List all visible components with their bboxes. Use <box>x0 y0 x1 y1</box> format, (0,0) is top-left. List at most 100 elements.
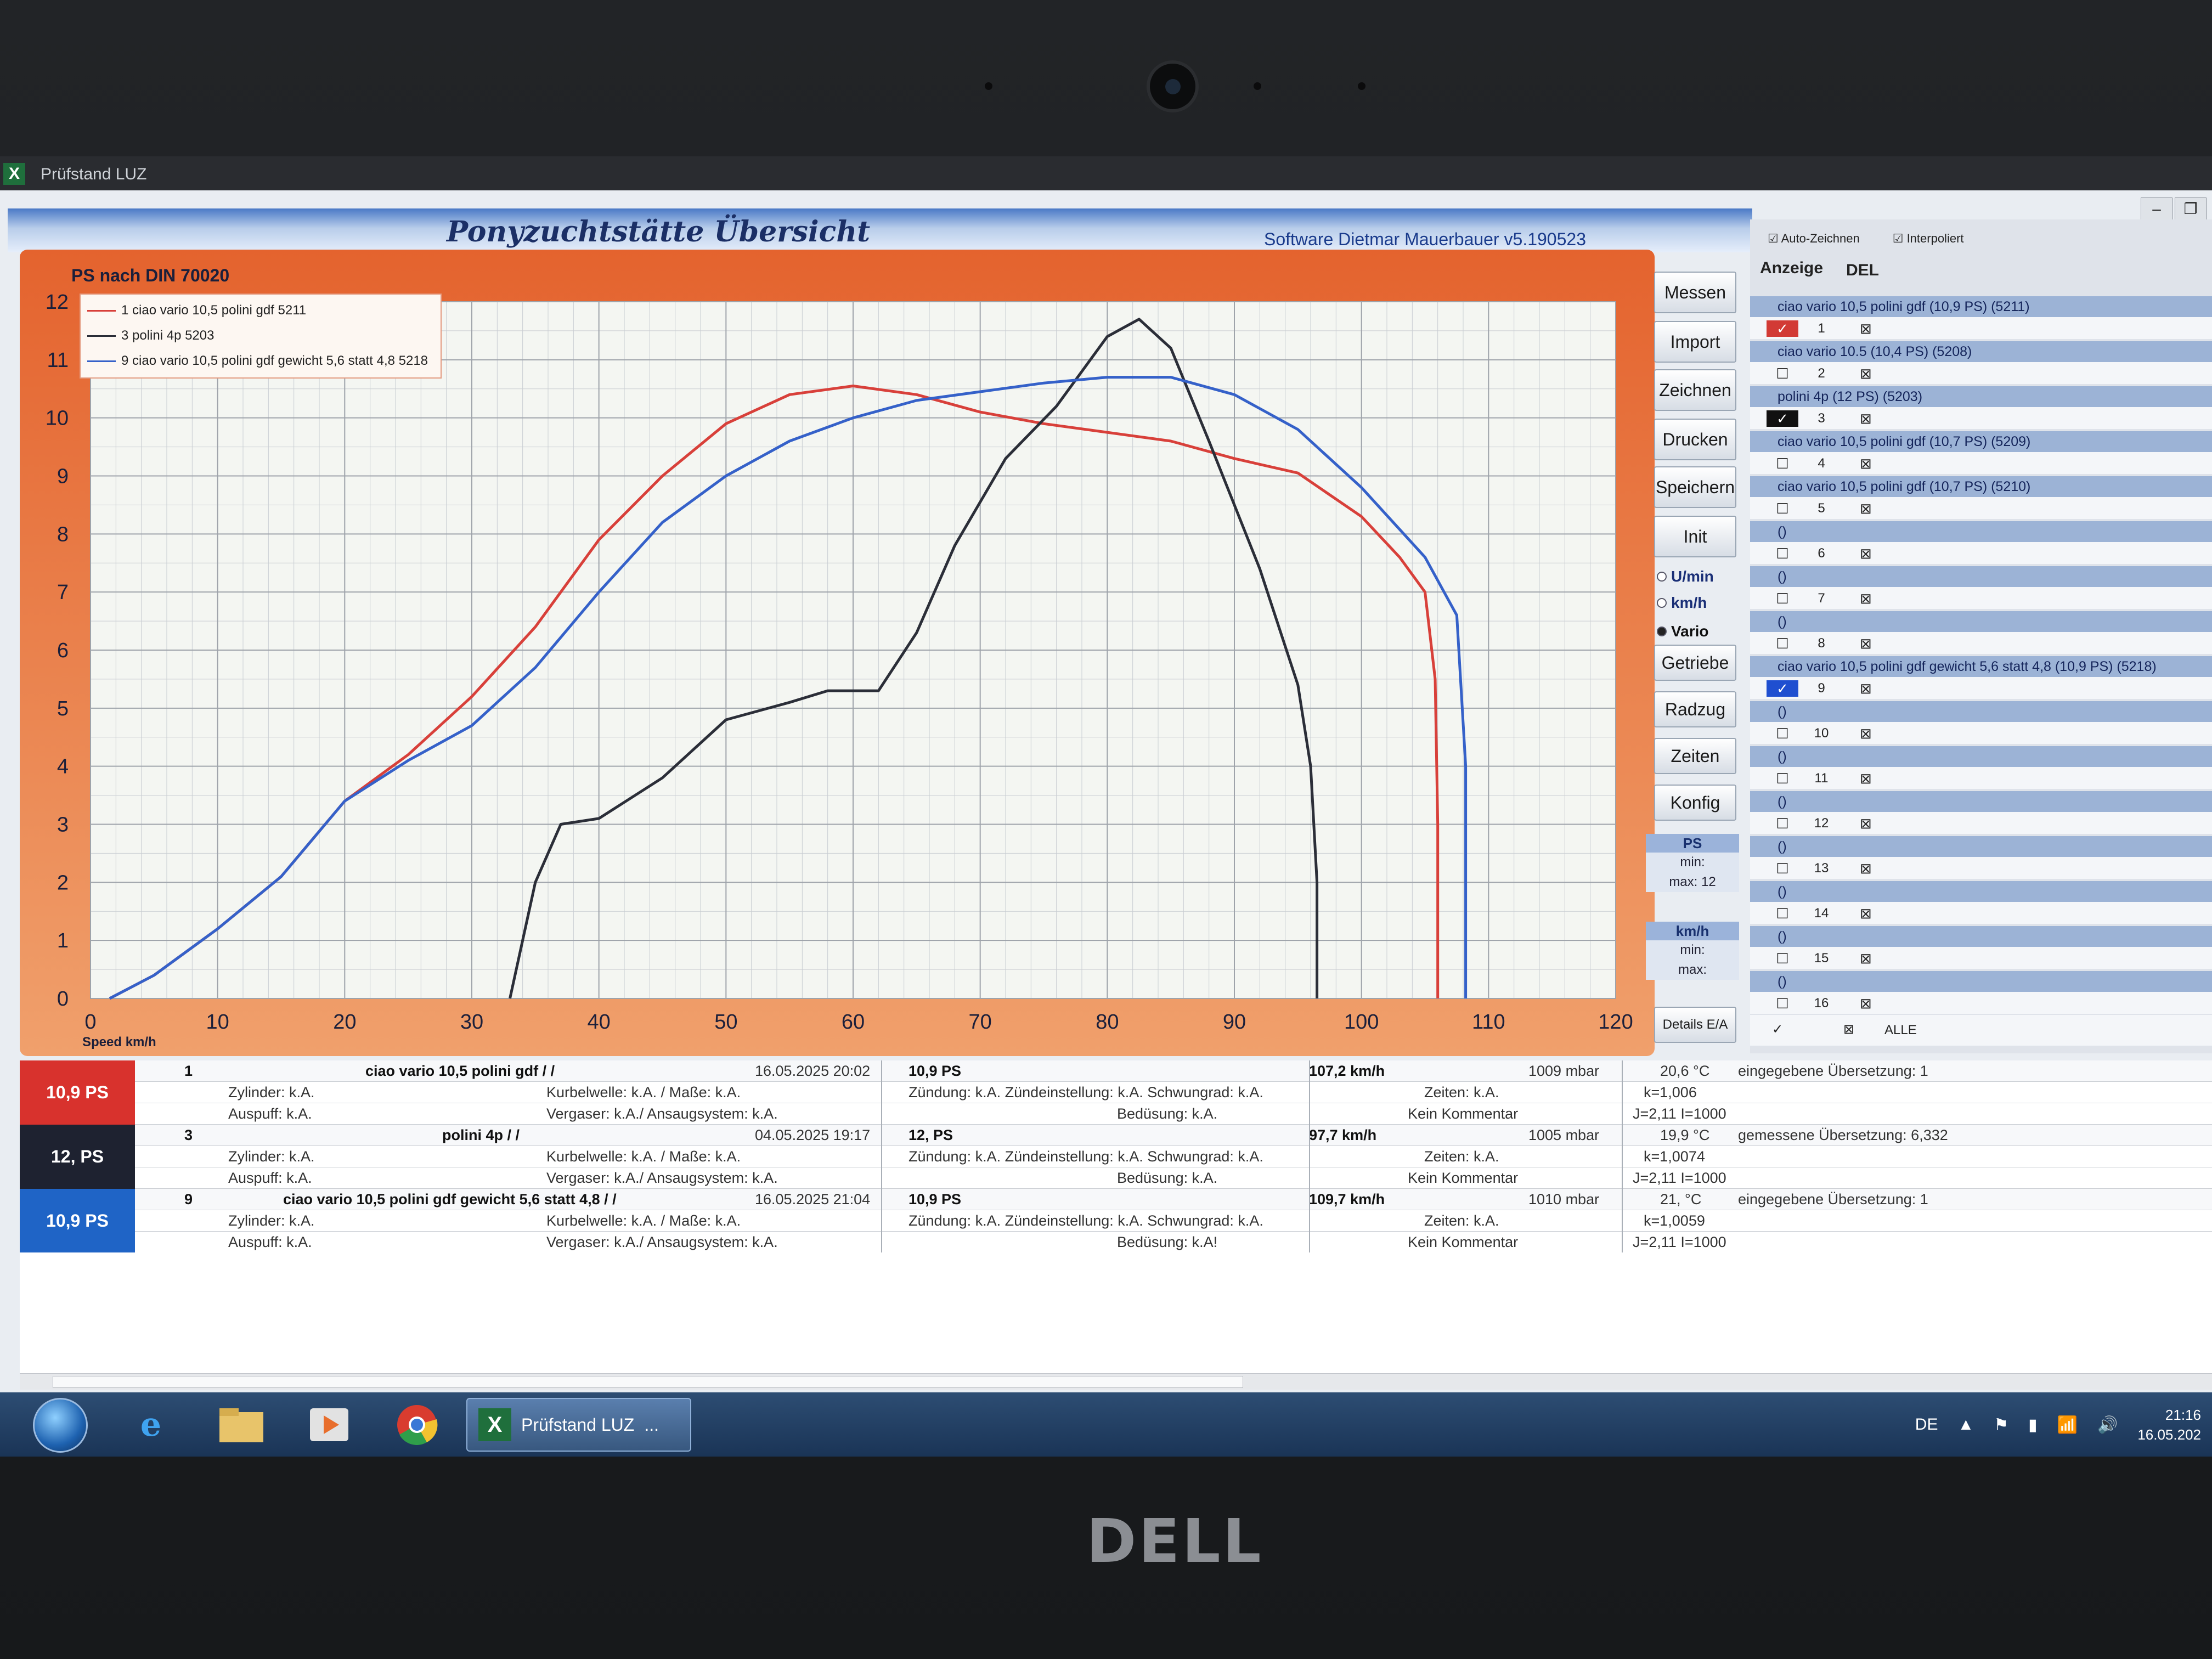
start-button[interactable] <box>33 1398 88 1453</box>
show-run-checkbox[interactable]: ☐ <box>1767 635 1798 652</box>
run-list-item[interactable]: polini 4p (12 PS) (5203) ✓ 3 ⊠ <box>1750 386 2212 431</box>
action-center-flag-icon[interactable]: ⚑ <box>1994 1415 2008 1435</box>
run-inertia: J=2,11 I=1000 <box>1633 1105 1726 1122</box>
scrollbar-thumb[interactable] <box>53 1376 1243 1388</box>
delete-run-icon[interactable]: ⊠ <box>1860 635 1872 652</box>
delete-run-icon[interactable]: ⊠ <box>1860 320 1872 337</box>
delete-run-icon[interactable]: ⊠ <box>1860 455 1872 472</box>
delete-run-icon[interactable]: ⊠ <box>1860 770 1872 787</box>
run-list-item[interactable]: ciao vario 10,5 polini gdf (10,7 PS) (52… <box>1750 431 2212 476</box>
legend-label: 3 polini 4p 5203 <box>121 328 215 343</box>
show-run-checkbox[interactable]: ☐ <box>1767 770 1798 787</box>
run-list-item[interactable]: () ☐ 8 ⊠ <box>1750 611 2212 656</box>
run-controls: ✓ 9 ⊠ <box>1750 677 2212 699</box>
run-list-item[interactable]: ciao vario 10,5 polini gdf gewicht 5,6 s… <box>1750 656 2212 701</box>
select-all-check[interactable]: ✓ <box>1772 1022 1783 1037</box>
run-list-item[interactable]: () ☐ 16 ⊠ <box>1750 971 2212 1016</box>
x-tick-label: 70 <box>969 1011 992 1034</box>
show-run-checkbox[interactable]: ✓ <box>1767 680 1798 697</box>
radzug-button[interactable]: Radzug <box>1654 691 1736 727</box>
radio-vario[interactable]: Vario <box>1657 623 1708 640</box>
ps-max-field[interactable]: max: 12 <box>1646 872 1739 892</box>
file-explorer-icon[interactable] <box>211 1400 272 1449</box>
language-indicator[interactable]: DE <box>1915 1415 1938 1434</box>
horizontal-scrollbar[interactable] <box>20 1373 2212 1390</box>
run-list-item[interactable]: () ☐ 15 ⊠ <box>1750 926 2212 971</box>
power-icon[interactable]: ▮ <box>2028 1415 2038 1435</box>
show-run-checkbox[interactable]: ☐ <box>1767 725 1798 742</box>
delete-run-icon[interactable]: ⊠ <box>1860 725 1872 742</box>
clock[interactable]: 21:16 16.05.202 <box>2137 1405 2201 1444</box>
import-button[interactable]: Import <box>1654 321 1736 363</box>
delete-run-icon[interactable]: ⊠ <box>1860 815 1872 832</box>
run-list-item[interactable]: ciao vario 10,5 polini gdf (10,9 PS) (52… <box>1750 296 2212 341</box>
run-list-item[interactable]: ciao vario 10,5 polini gdf (10,7 PS) (52… <box>1750 476 2212 521</box>
run-list-item[interactable]: () ☐ 6 ⊠ <box>1750 521 2212 566</box>
getriebe-button[interactable]: Getriebe <box>1654 645 1736 681</box>
delete-run-icon[interactable]: ⊠ <box>1860 545 1872 562</box>
messen-button[interactable]: Messen <box>1654 272 1736 313</box>
show-run-checkbox[interactable]: ☐ <box>1767 860 1798 877</box>
radio-u-min[interactable]: U/min <box>1657 568 1714 585</box>
restore-button[interactable]: ❐ <box>2175 198 2207 222</box>
delete-run-icon[interactable]: ⊠ <box>1860 905 1872 922</box>
delete-run-icon[interactable]: ⊠ <box>1860 860 1872 877</box>
legend-swatch <box>87 309 116 312</box>
zeichnen-button[interactable]: Zeichnen <box>1654 369 1736 411</box>
show-run-checkbox[interactable]: ☐ <box>1767 950 1798 967</box>
init-button[interactable]: Init <box>1654 516 1736 557</box>
delete-run-icon[interactable]: ⊠ <box>1860 365 1872 382</box>
show-run-checkbox[interactable]: ☐ <box>1767 455 1798 472</box>
volume-icon[interactable]: 🔊 <box>2097 1415 2118 1435</box>
run-zylinder: Zylinder: k.A. <box>228 1084 315 1101</box>
show-run-checkbox[interactable]: ✓ <box>1767 320 1798 337</box>
show-run-checkbox[interactable]: ☐ <box>1767 590 1798 607</box>
show-run-checkbox[interactable]: ☐ <box>1767 905 1798 922</box>
drucken-button[interactable]: Drucken <box>1654 419 1736 460</box>
y-tick-label: 0 <box>57 988 69 1011</box>
delete-all-icon[interactable]: ⊠ <box>1843 1022 1854 1037</box>
delete-run-icon[interactable]: ⊠ <box>1860 410 1872 427</box>
internet-explorer-icon[interactable]: e <box>121 1400 181 1449</box>
run-list-item[interactable]: () ☐ 14 ⊠ <box>1750 881 2212 926</box>
delete-run-icon[interactable]: ⊠ <box>1860 995 1872 1012</box>
media-player-icon[interactable] <box>299 1400 359 1449</box>
interpoliert-checkbox[interactable]: Interpoliert <box>1893 232 1964 246</box>
clock-date: 16.05.202 <box>2137 1426 2201 1443</box>
kmh-max-field[interactable]: max: <box>1646 960 1739 980</box>
delete-run-icon[interactable]: ⊠ <box>1860 500 1872 517</box>
show-run-checkbox[interactable]: ✓ <box>1767 410 1798 427</box>
delete-run-icon[interactable]: ⊠ <box>1860 680 1872 697</box>
run-list-item[interactable]: () ☐ 12 ⊠ <box>1750 791 2212 836</box>
zeiten-button[interactable]: Zeiten <box>1654 738 1736 774</box>
konfig-button[interactable]: Konfig <box>1654 785 1736 821</box>
run-list-item[interactable]: () ☐ 7 ⊠ <box>1750 566 2212 611</box>
show-run-checkbox[interactable]: ☐ <box>1767 500 1798 517</box>
minimize-button[interactable]: – <box>2141 198 2172 222</box>
show-hidden-icons-icon[interactable]: ▲ <box>1957 1415 1974 1434</box>
y-tick-label: 2 <box>57 871 69 894</box>
show-run-checkbox[interactable]: ☐ <box>1767 365 1798 382</box>
radio-km-h[interactable]: km/h <box>1657 594 1707 612</box>
run-controls: ☐ 15 ⊠ <box>1750 947 2212 969</box>
kmh-min-field[interactable]: min: <box>1646 940 1739 960</box>
run-list-item[interactable]: () ☐ 13 ⊠ <box>1750 836 2212 881</box>
taskbar-item-pruefstand[interactable]: X Prüfstand LUZ ... <box>466 1398 691 1452</box>
show-run-checkbox[interactable]: ☐ <box>1767 995 1798 1012</box>
network-icon[interactable]: 📶 <box>2057 1415 2078 1435</box>
run-kommentar: Kein Kommentar <box>1408 1170 1519 1186</box>
show-run-checkbox[interactable]: ☐ <box>1767 815 1798 832</box>
delete-run-icon[interactable]: ⊠ <box>1860 950 1872 967</box>
run-list-item[interactable]: ciao vario 10.5 (10,4 PS) (5208) ☐ 2 ⊠ <box>1750 341 2212 386</box>
show-run-checkbox[interactable]: ☐ <box>1767 545 1798 562</box>
run-list-item[interactable]: () ☐ 10 ⊠ <box>1750 701 2212 746</box>
run-zeiten: Zeiten: k.A. <box>1424 1212 1499 1229</box>
delete-run-icon[interactable]: ⊠ <box>1860 590 1872 607</box>
run-controls: ☐ 13 ⊠ <box>1750 857 2212 879</box>
details-ea-button[interactable]: Details E/A <box>1654 1007 1736 1043</box>
auto-zeichnen-checkbox[interactable]: Auto-Zeichnen <box>1768 232 1860 246</box>
ps-min-field[interactable]: min: <box>1646 853 1739 872</box>
speichern-button[interactable]: Speichern <box>1654 466 1736 508</box>
run-list-item[interactable]: () ☐ 11 ⊠ <box>1750 746 2212 791</box>
chrome-icon[interactable] <box>387 1400 447 1449</box>
